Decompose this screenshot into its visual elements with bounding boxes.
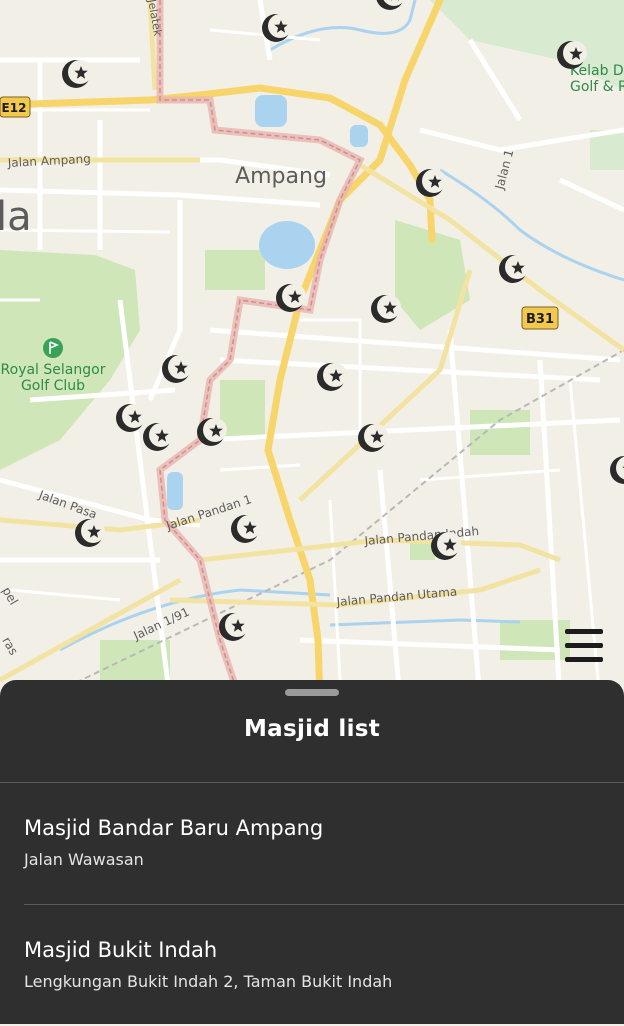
sheet-title: Masjid list <box>243 716 381 742</box>
masjid-list-item[interactable]: Masjid Bukit Indah Lengkungan Bukit Inda… <box>0 906 624 1026</box>
hamburger-menu-icon <box>565 629 603 634</box>
golf-label-line2: Golf Club <box>21 378 85 394</box>
masjid-address: Jalan Wawasan <box>24 850 144 869</box>
area-label-ampang: Ampang <box>235 164 327 189</box>
sheet-grabber-handle[interactable] <box>285 689 339 696</box>
menu-button[interactable] <box>562 626 606 666</box>
map-view[interactable]: E12 B31 Ampang la Royal Selangor Golf Cl… <box>0 0 624 700</box>
item-divider <box>24 904 624 905</box>
highway-shield-e12: E12 <box>0 96 31 118</box>
masjid-address: Lengkungan Bukit Indah 2, Taman Bukit In… <box>24 972 393 991</box>
club-label-line2: Golf & R <box>570 79 624 95</box>
masjid-list-sheet: Masjid list Masjid Bandar Baru Ampang Ja… <box>0 680 624 1024</box>
masjid-name: Masjid Bukit Indah <box>24 938 218 962</box>
area-label-partial: la <box>0 194 32 240</box>
svg-text:E12: E12 <box>2 101 27 115</box>
highway-shield-b31: B31 <box>521 306 559 330</box>
golf-club-marker <box>43 338 63 358</box>
masjid-name: Masjid Bandar Baru Ampang <box>24 816 324 840</box>
title-divider <box>0 782 624 783</box>
masjid-list-item[interactable]: Masjid Bandar Baru Ampang Jalan Wawasan <box>0 784 624 904</box>
svg-text:B31: B31 <box>526 312 554 327</box>
golf-label-line1: Royal Selangor <box>1 362 106 378</box>
